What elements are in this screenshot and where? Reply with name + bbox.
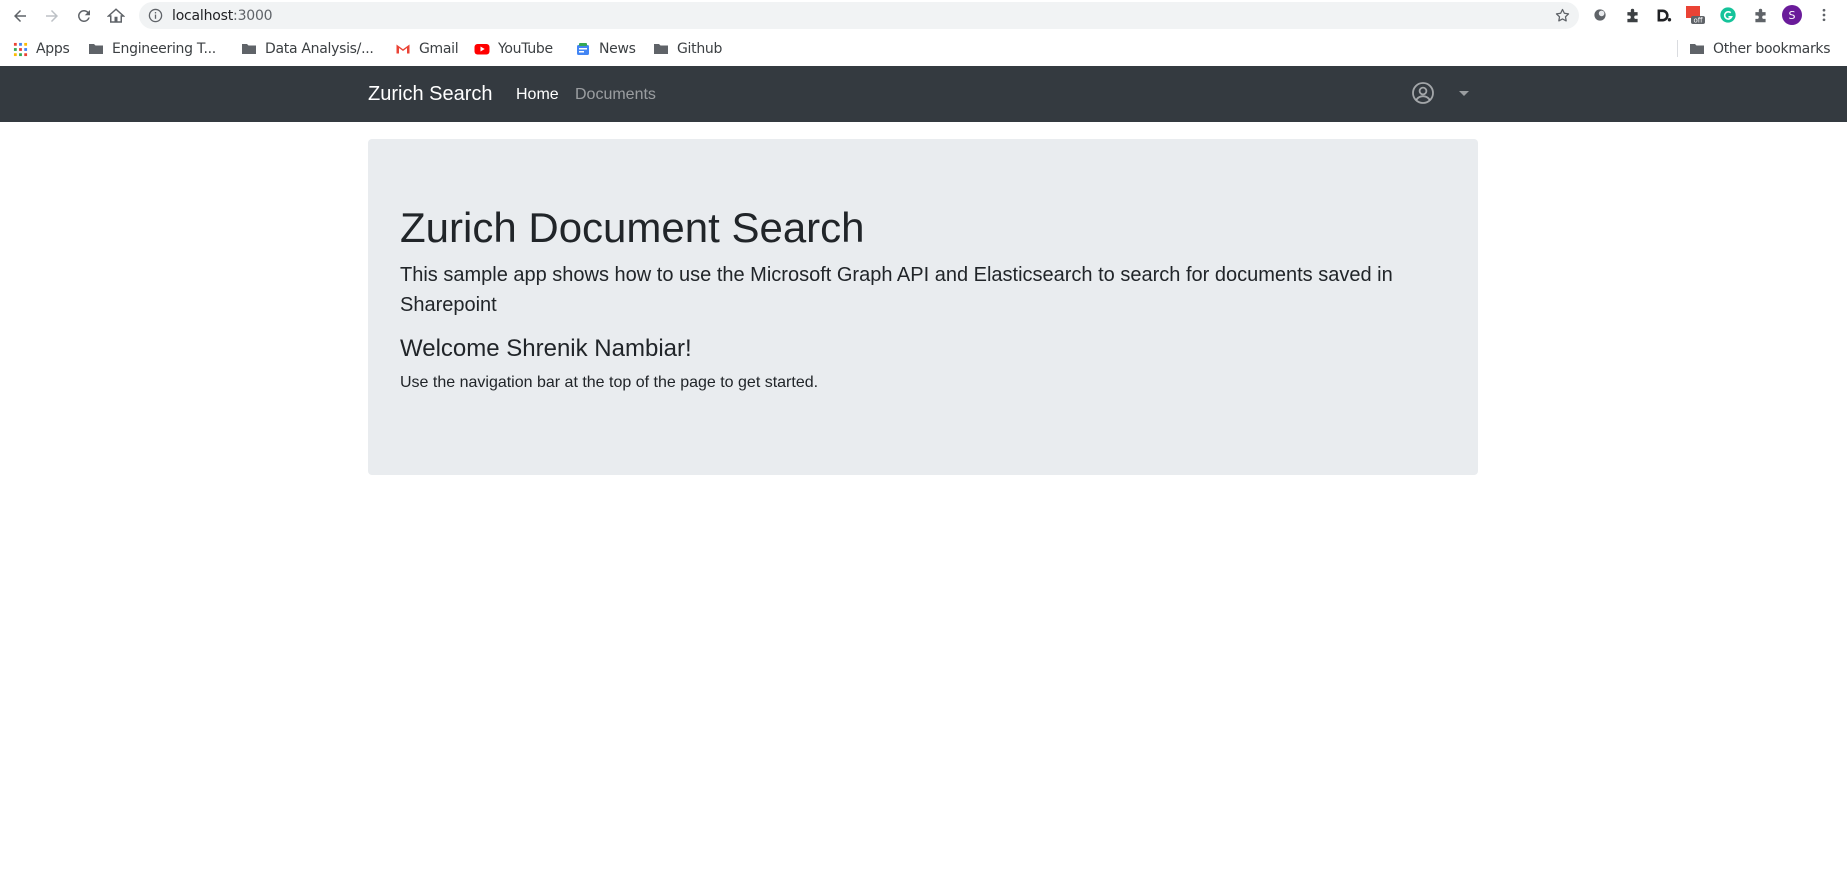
extensions-icon[interactable] — [1750, 5, 1770, 25]
caret-down-icon[interactable] — [1459, 91, 1469, 96]
nav-link-documents[interactable]: Documents — [575, 86, 656, 104]
info-icon[interactable] — [148, 8, 163, 23]
bookmark-label: YouTube — [498, 41, 553, 57]
extension-badge-text: off — [1693, 17, 1702, 25]
extension-d-icon[interactable] — [1653, 5, 1673, 25]
url-port: :3000 — [233, 8, 273, 24]
bookmark-label: Github — [677, 41, 723, 57]
navbar-brand[interactable]: Zurich Search — [368, 83, 493, 106]
url-text: localhost:3000 — [172, 8, 273, 24]
bookmark-github[interactable]: Github — [653, 39, 722, 59]
bookmark-label: Data Analysis/... — [265, 41, 374, 57]
bookmark-label: News — [599, 41, 636, 57]
bookmark-label: Gmail — [419, 41, 459, 57]
bookmark-apps[interactable]: Apps — [12, 39, 70, 59]
bookmark-label: Engineering T... — [112, 41, 216, 57]
reload-icon[interactable] — [71, 3, 97, 29]
browser-toolbar: localhost:3000 off S — [0, 0, 1847, 31]
youtube-icon — [474, 41, 490, 57]
bookmark-gmail[interactable]: Gmail — [395, 39, 459, 59]
gmail-icon — [395, 41, 411, 57]
bookmarks-bar: Apps Engineering T... Data Analysis/... … — [0, 31, 1847, 66]
bookmark-news[interactable]: News — [575, 39, 636, 59]
apps-grid-icon — [12, 41, 28, 57]
bookmark-data-analysis[interactable]: Data Analysis/... — [241, 39, 374, 59]
welcome-heading: Welcome Shrenik Nambiar! — [400, 335, 692, 362]
forward-icon[interactable] — [39, 3, 65, 29]
bookmarks-divider — [1677, 40, 1678, 57]
extension-off-icon[interactable]: off — [1685, 5, 1705, 25]
url-host: localhost — [172, 8, 234, 24]
bookmark-engineering[interactable]: Engineering T... — [88, 39, 216, 59]
home-icon[interactable] — [103, 3, 129, 29]
bookmark-label: Other bookmarks — [1713, 41, 1831, 57]
app-navbar: Zurich Search Home Documents — [0, 66, 1847, 122]
star-icon[interactable] — [1554, 7, 1571, 24]
jumbotron: Zurich Document Search This sample app s… — [368, 139, 1478, 475]
folder-icon — [653, 41, 669, 57]
back-icon[interactable] — [7, 3, 33, 29]
profile-initial: S — [1789, 9, 1796, 22]
nav-link-home[interactable]: Home — [516, 86, 559, 104]
folder-icon — [241, 41, 257, 57]
address-bar[interactable]: localhost:3000 — [139, 2, 1579, 29]
page-title: Zurich Document Search — [400, 204, 865, 251]
menu-icon[interactable] — [1814, 5, 1834, 25]
extension-circle-icon[interactable] — [1590, 5, 1610, 25]
extension-puzzle-dark-icon[interactable] — [1622, 5, 1642, 25]
bookmark-youtube[interactable]: YouTube — [474, 39, 553, 59]
folder-icon — [1689, 41, 1705, 57]
hint-text: Use the navigation bar at the top of the… — [400, 374, 819, 391]
grammarly-icon[interactable] — [1718, 5, 1738, 25]
news-icon — [575, 41, 591, 57]
user-circle-icon[interactable] — [1411, 81, 1435, 105]
profile-avatar[interactable]: S — [1782, 5, 1802, 25]
bookmark-label: Apps — [36, 41, 70, 57]
lead-text: This sample app shows how to use the Mic… — [400, 264, 1393, 316]
folder-icon — [88, 41, 104, 57]
bookmark-other[interactable]: Other bookmarks — [1689, 39, 1831, 59]
